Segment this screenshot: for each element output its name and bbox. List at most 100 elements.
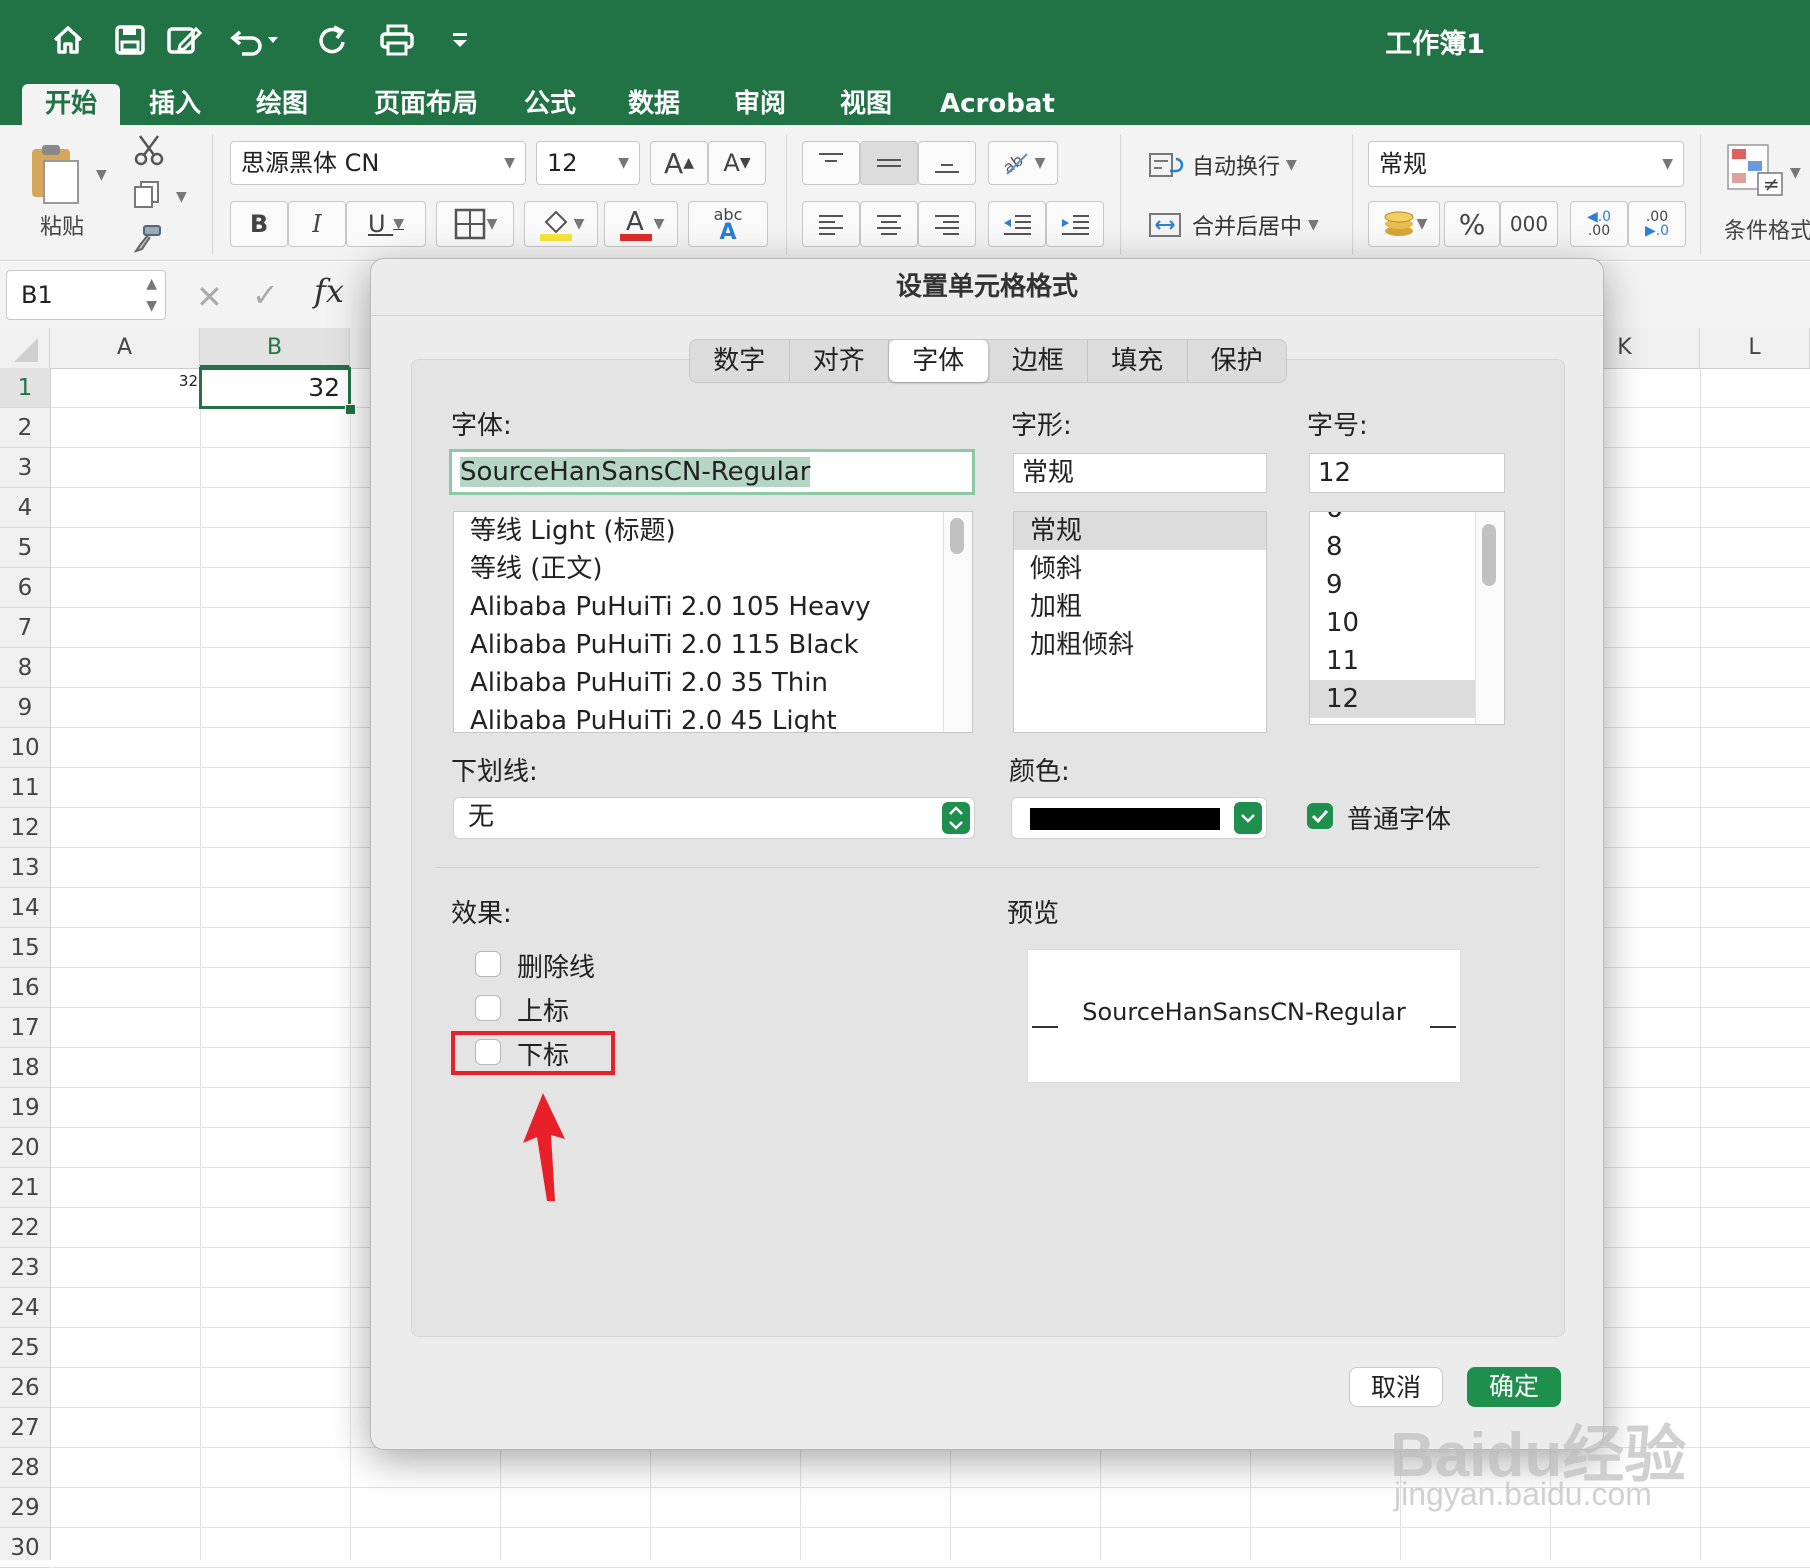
align-top-button[interactable] [802,141,860,185]
list-item[interactable]: Alibaba PuHuiTi 2.0 105 Heavy [454,588,972,626]
list-item[interactable]: Alibaba PuHuiTi 2.0 35 Thin [454,664,972,702]
row-header[interactable]: 22 [0,1208,50,1248]
list-item[interactable]: Alibaba PuHuiTi 2.0 115 Black [454,626,972,664]
accounting-format-button[interactable]: ▼ [1368,201,1440,247]
align-left-button[interactable] [802,201,860,247]
number-format-select[interactable]: 常规 ▼ [1368,141,1684,187]
list-item[interactable]: Alibaba PuHuiTi 2.0 45 Light [454,702,972,732]
font-color-button[interactable]: A ▼ [604,201,678,247]
decrease-font-size-button[interactable]: A ▼ [708,141,766,185]
italic-button[interactable]: I [288,201,346,247]
strikethrough-checkbox[interactable] [475,951,501,977]
list-item[interactable]: 倾斜 [1014,550,1266,588]
decrease-indent-button[interactable] [988,201,1046,247]
fill-color-button[interactable]: ▼ [524,201,598,247]
row-header[interactable]: 27 [0,1408,50,1448]
row-header[interactable]: 30 [0,1528,50,1568]
font-name-select[interactable]: 思源黑体 CN ▼ [230,141,526,185]
conditional-format-icon[interactable]: ≠ [1726,143,1784,201]
column-header-b[interactable]: B [200,328,350,368]
row-header[interactable]: 6 [0,568,50,608]
home-icon[interactable] [46,18,90,62]
font-size-list[interactable]: 6 8 9 10 11 12 [1309,511,1505,725]
paste-icon[interactable] [26,141,82,207]
align-center-button[interactable] [860,201,918,247]
name-box[interactable]: B1 ▲ ▼ [6,270,166,320]
cancel-formula-icon[interactable]: ✕ [196,278,223,316]
underline-select[interactable]: 无 [453,797,975,839]
orientation-button[interactable]: ab ▼ [988,141,1058,185]
tab-formulas[interactable]: 公式 [510,84,590,125]
increase-decimal-button[interactable]: ◀.0.00 [1570,201,1628,247]
row-header[interactable]: 3 [0,448,50,488]
save-icon[interactable] [108,18,152,62]
paste-dropdown-icon[interactable]: ▼ [96,167,107,183]
list-item[interactable]: 常规 [1014,512,1266,550]
tab-data[interactable]: 数据 [614,84,694,125]
column-header-l[interactable]: L [1700,328,1810,368]
scrollbar-thumb[interactable] [950,518,964,554]
stepper-icon[interactable]: ▲ ▼ [146,273,157,317]
tab-home[interactable]: 开始 [22,84,120,125]
row-header[interactable]: 4 [0,488,50,528]
merge-center-button[interactable]: 合并后居中 ▼ [1148,209,1319,241]
font-list[interactable]: 等线 Light (标题) 等线 (正文) Alibaba PuHuiTi 2.… [453,511,973,733]
row-header[interactable]: 19 [0,1088,50,1128]
row-header[interactable]: 26 [0,1368,50,1408]
decrease-decimal-button[interactable]: .00 ▶.0 [1628,201,1686,247]
tab-border[interactable]: 边框 [989,340,1088,382]
bold-button[interactable]: B [230,201,288,247]
row-header[interactable]: 7 [0,608,50,648]
borders-button[interactable]: ▼ [436,201,514,247]
font-size-select[interactable]: 12 ▼ [536,141,640,185]
format-painter-icon[interactable] [132,223,164,257]
list-item[interactable]: 加粗倾斜 [1014,626,1266,664]
wrap-text-button[interactable]: 自动换行 ▼ [1148,149,1297,181]
row-header[interactable]: 25 [0,1328,50,1368]
underline-button[interactable]: U ▼ [346,201,426,247]
cell-a1[interactable]: 32 [150,372,198,390]
cell-b1[interactable]: 32 [199,367,351,409]
color-select[interactable] [1011,797,1267,839]
tab-draw[interactable]: 绘图 [242,84,322,125]
copy-icon[interactable] [132,179,162,213]
increase-font-size-button[interactable]: A ▲ [650,141,708,185]
insert-function-icon[interactable]: fx [314,272,344,310]
align-middle-button[interactable] [860,141,918,185]
row-header[interactable]: 18 [0,1048,50,1088]
percent-button[interactable]: % [1444,201,1500,247]
row-header[interactable]: 28 [0,1448,50,1488]
undo-icon[interactable] [225,18,285,62]
font-size-input[interactable]: 12 [1309,453,1505,493]
chevron-down-icon[interactable]: ▼ [1790,165,1801,181]
row-header[interactable]: 9 [0,688,50,728]
select-all-corner[interactable] [0,328,50,368]
row-header[interactable]: 13 [0,848,50,888]
print-icon[interactable] [375,18,419,62]
tab-alignment[interactable]: 对齐 [790,340,889,382]
tab-insert[interactable]: 插入 [135,84,215,125]
tab-acrobat[interactable]: Acrobat [940,84,1055,125]
row-header[interactable]: 24 [0,1288,50,1328]
align-right-button[interactable] [918,201,976,247]
row-header[interactable]: 12 [0,808,50,848]
cancel-button[interactable]: 取消 [1349,1367,1443,1407]
tab-fill[interactable]: 填充 [1088,340,1188,382]
scrollbar-thumb[interactable] [1482,524,1496,586]
column-header-a[interactable]: A [50,328,200,368]
row-header[interactable]: 14 [0,888,50,928]
cut-icon[interactable] [132,133,166,171]
customize-toolbar-icon[interactable] [438,18,482,62]
tab-review[interactable]: 审阅 [720,84,800,125]
font-name-input[interactable]: SourceHanSansCN-Regular [449,449,975,495]
increase-indent-button[interactable] [1046,201,1104,247]
row-header[interactable]: 10 [0,728,50,768]
list-item[interactable]: 等线 (正文) [454,550,972,588]
tab-page-layout[interactable]: 页面布局 [356,84,496,125]
font-style-input[interactable]: 常规 [1013,453,1267,493]
tab-font[interactable]: 字体 [889,340,989,382]
confirm-formula-icon[interactable]: ✓ [252,276,279,314]
row-header[interactable]: 29 [0,1488,50,1528]
row-header[interactable]: 16 [0,968,50,1008]
row-header[interactable]: 20 [0,1128,50,1168]
